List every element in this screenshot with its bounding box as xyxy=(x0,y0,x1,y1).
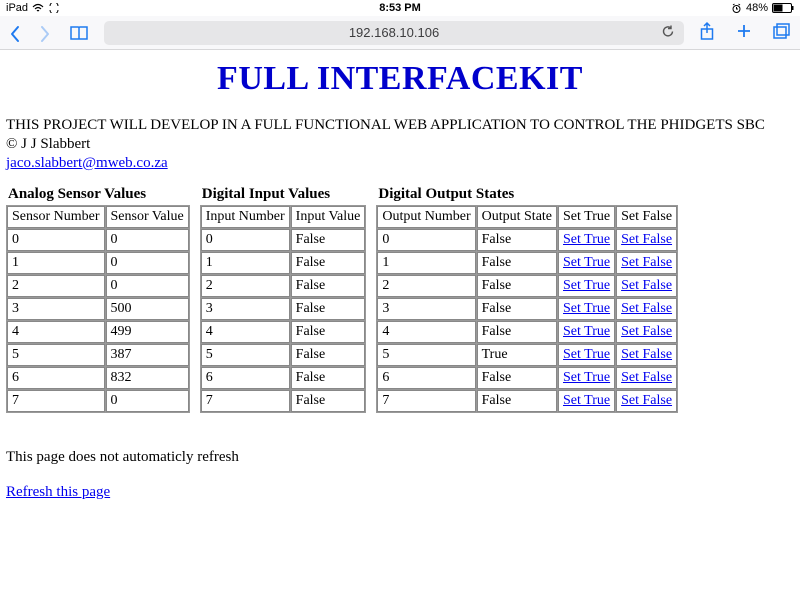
set-false-link[interactable]: Set False xyxy=(621,324,672,339)
col-header: Set True xyxy=(558,206,615,228)
table-row: 00 xyxy=(7,229,189,251)
copyright: © J J Slabbert xyxy=(6,135,794,154)
col-header: Set False xyxy=(616,206,677,228)
table-row: 6832 xyxy=(7,367,189,389)
forward-button[interactable] xyxy=(38,24,50,42)
table-header-row: Input Number Input Value xyxy=(201,206,366,228)
set-true-link[interactable]: Set True xyxy=(563,232,610,247)
table-row: 2False xyxy=(201,275,366,297)
browser-toolbar: 192.168.10.106 xyxy=(0,16,800,50)
address-bar[interactable]: 192.168.10.106 xyxy=(104,21,684,45)
digital-output-caption: Digital Output States xyxy=(378,186,678,203)
set-true-link[interactable]: Set True xyxy=(563,347,610,362)
set-true-link[interactable]: Set True xyxy=(563,255,610,270)
page-content: FULL INTERFACEKIT THIS PROJECT WILL DEVE… xyxy=(0,50,800,501)
col-header: Output Number xyxy=(377,206,475,228)
set-false-link[interactable]: Set False xyxy=(621,301,672,316)
table-row: 7FalseSet TrueSet False xyxy=(377,390,677,412)
email-link[interactable]: jaco.slabbert@mweb.co.za xyxy=(6,155,168,171)
table-row: 6FalseSet TrueSet False xyxy=(377,367,677,389)
page-title: FULL INTERFACEKIT xyxy=(6,60,794,98)
analog-sensor-block: Analog Sensor Values Sensor Number Senso… xyxy=(6,186,190,413)
table-row: 2FalseSet TrueSet False xyxy=(377,275,677,297)
share-button[interactable] xyxy=(698,21,716,44)
bookmarks-button[interactable] xyxy=(68,24,90,42)
set-true-link[interactable]: Set True xyxy=(563,370,610,385)
tabs-button[interactable] xyxy=(772,22,792,43)
col-header: Output State xyxy=(477,206,557,228)
table-row: 1False xyxy=(201,252,366,274)
table-row: 4499 xyxy=(7,321,189,343)
table-row: 1FalseSet TrueSet False xyxy=(377,252,677,274)
table-row: 3FalseSet TrueSet False xyxy=(377,298,677,320)
analog-caption: Analog Sensor Values xyxy=(8,186,190,203)
set-false-link[interactable]: Set False xyxy=(621,347,672,362)
footer-note: This page does not automaticly refresh xyxy=(6,449,794,466)
digital-output-table: Output Number Output State Set True Set … xyxy=(376,205,678,413)
col-header: Sensor Number xyxy=(7,206,105,228)
digital-input-block: Digital Input Values Input Number Input … xyxy=(200,186,367,413)
digital-input-caption: Digital Input Values xyxy=(202,186,367,203)
table-row: 3False xyxy=(201,298,366,320)
set-false-link[interactable]: Set False xyxy=(621,232,672,247)
set-true-link[interactable]: Set True xyxy=(563,393,610,408)
table-row: 4False xyxy=(201,321,366,343)
col-header: Input Number xyxy=(201,206,290,228)
digital-output-block: Digital Output States Output Number Outp… xyxy=(376,186,678,413)
table-row: 7False xyxy=(201,390,366,412)
set-false-link[interactable]: Set False xyxy=(621,393,672,408)
table-row: 3500 xyxy=(7,298,189,320)
clock: 8:53 PM xyxy=(0,2,800,14)
table-row: 0FalseSet TrueSet False xyxy=(377,229,677,251)
refresh-link[interactable]: Refresh this page xyxy=(6,484,110,500)
digital-input-table: Input Number Input Value 0False 1False 2… xyxy=(200,205,367,413)
reload-button[interactable] xyxy=(660,23,676,42)
address-text: 192.168.10.106 xyxy=(349,25,439,40)
table-row: 5TrueSet TrueSet False xyxy=(377,344,677,366)
set-false-link[interactable]: Set False xyxy=(621,370,672,385)
table-row: 70 xyxy=(7,390,189,412)
table-row: 0False xyxy=(201,229,366,251)
table-row: 5False xyxy=(201,344,366,366)
table-row: 10 xyxy=(7,252,189,274)
table-row: 4FalseSet TrueSet False xyxy=(377,321,677,343)
table-row: 6False xyxy=(201,367,366,389)
set-true-link[interactable]: Set True xyxy=(563,301,610,316)
ios-status-bar: iPad 8:53 PM 48% xyxy=(0,0,800,16)
table-header-row: Output Number Output State Set True Set … xyxy=(377,206,677,228)
intro-block: THIS PROJECT WILL DEVELOP IN A FULL FUNC… xyxy=(6,116,794,172)
col-header: Sensor Value xyxy=(106,206,189,228)
set-false-link[interactable]: Set False xyxy=(621,278,672,293)
back-button[interactable] xyxy=(8,24,20,42)
table-header-row: Sensor Number Sensor Value xyxy=(7,206,189,228)
set-false-link[interactable]: Set False xyxy=(621,255,672,270)
col-header: Input Value xyxy=(291,206,366,228)
new-tab-button[interactable] xyxy=(734,21,754,44)
set-true-link[interactable]: Set True xyxy=(563,278,610,293)
set-true-link[interactable]: Set True xyxy=(563,324,610,339)
table-row: 5387 xyxy=(7,344,189,366)
table-row: 20 xyxy=(7,275,189,297)
intro-line: THIS PROJECT WILL DEVELOP IN A FULL FUNC… xyxy=(6,116,794,135)
analog-table: Sensor Number Sensor Value 00 10 20 3500… xyxy=(6,205,190,413)
